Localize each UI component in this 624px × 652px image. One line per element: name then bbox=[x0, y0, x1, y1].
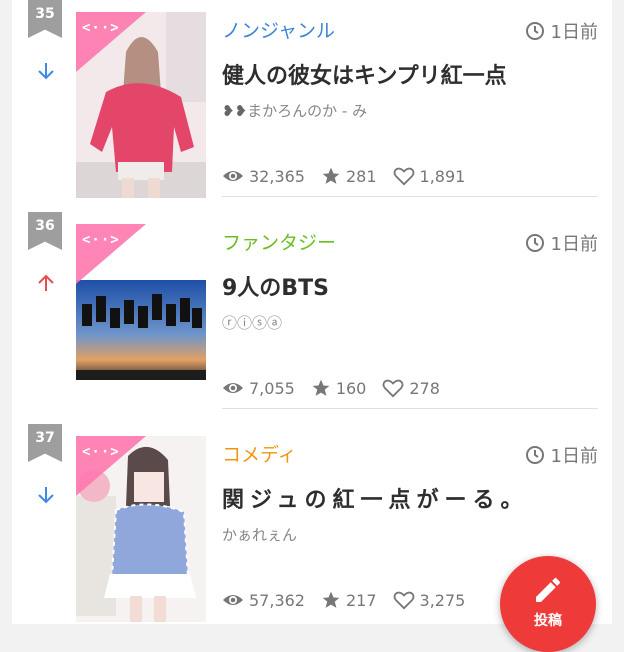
rank-number: 36 bbox=[35, 218, 55, 234]
pencil-icon bbox=[536, 578, 560, 602]
story-stats: 7,055 160 278 bbox=[222, 378, 456, 398]
author-name[interactable]: ❥❥まかろんのか - み bbox=[222, 100, 367, 121]
thumb-corner-badge: <··> bbox=[76, 224, 146, 284]
star-count: 281 bbox=[345, 166, 377, 186]
star-icon bbox=[322, 167, 340, 184]
hearts-icon: ❥❥ bbox=[222, 102, 248, 120]
ranking-list: 35 <··> ノンジャンル 1日前 健人の彼女はキンプリ紅一点 ❥❥まかろんの… bbox=[12, 0, 612, 624]
clock-history-icon bbox=[525, 446, 544, 464]
rank-badge: 35 bbox=[28, 0, 62, 38]
heart-outline-icon bbox=[382, 379, 404, 398]
story-title[interactable]: 関ジュの紅一点がーる。 bbox=[222, 482, 528, 514]
like-count: 3,275 bbox=[419, 590, 466, 610]
genre-label[interactable]: ファンタジー bbox=[222, 228, 336, 255]
star-icon bbox=[312, 379, 330, 396]
updated-time: 1日前 bbox=[525, 18, 598, 44]
author-name[interactable]: かぁれぇん bbox=[222, 524, 297, 545]
clock-history-icon bbox=[525, 22, 544, 40]
post-button-label: 投稿 bbox=[534, 613, 562, 629]
star-icon bbox=[322, 591, 340, 608]
eye-icon bbox=[223, 595, 243, 605]
like-count: 278 bbox=[409, 378, 440, 398]
view-count: 32,365 bbox=[249, 166, 305, 186]
story-title[interactable]: 9人のBTS bbox=[222, 270, 329, 302]
thumb-corner-badge: <··> bbox=[76, 436, 146, 496]
story-thumbnail[interactable]: <··> bbox=[76, 436, 206, 622]
genre-label[interactable]: ノンジャンル bbox=[222, 16, 335, 43]
arrow-down-icon bbox=[38, 487, 54, 504]
eye-icon bbox=[223, 171, 243, 181]
ranking-item[interactable]: 36 <··> ファンタジー 1日前 9人のBTS ⓡⓘⓢⓐ 7,055 160… bbox=[12, 212, 612, 422]
updated-time: 1日前 bbox=[525, 230, 598, 256]
updated-time: 1日前 bbox=[525, 442, 598, 468]
eye-icon bbox=[223, 383, 243, 393]
divider bbox=[222, 196, 598, 197]
heart-outline-icon bbox=[393, 591, 414, 610]
view-count: 7,055 bbox=[249, 378, 295, 398]
arrow-down-icon bbox=[38, 63, 54, 80]
genre-label[interactable]: コメディ bbox=[222, 440, 297, 467]
story-title[interactable]: 健人の彼女はキンプリ紅一点 bbox=[222, 58, 507, 90]
rank-number: 37 bbox=[35, 430, 55, 446]
arrow-up-icon bbox=[38, 274, 54, 291]
rank-number: 35 bbox=[35, 6, 55, 22]
story-thumbnail[interactable]: <··> bbox=[76, 12, 206, 198]
story-thumbnail[interactable]: <··> bbox=[76, 224, 206, 410]
heart-outline-icon bbox=[393, 167, 414, 186]
author-name[interactable]: ⓡⓘⓢⓐ bbox=[222, 312, 282, 333]
rank-badge: 36 bbox=[28, 212, 62, 250]
clock-history-icon bbox=[525, 234, 544, 252]
post-button[interactable]: 投稿 bbox=[500, 556, 596, 652]
star-count: 217 bbox=[345, 590, 377, 610]
ranking-item[interactable]: 35 <··> ノンジャンル 1日前 健人の彼女はキンプリ紅一点 ❥❥まかろんの… bbox=[12, 0, 612, 210]
thumb-corner-badge: <··> bbox=[76, 12, 146, 72]
divider bbox=[222, 408, 598, 409]
story-stats: 57,362 217 3,275 bbox=[222, 590, 481, 610]
view-count: 57,362 bbox=[249, 590, 305, 610]
story-stats: 32,365 281 1,891 bbox=[222, 166, 481, 186]
rank-badge: 37 bbox=[28, 424, 62, 462]
star-count: 160 bbox=[335, 378, 367, 398]
like-count: 1,891 bbox=[419, 166, 466, 186]
